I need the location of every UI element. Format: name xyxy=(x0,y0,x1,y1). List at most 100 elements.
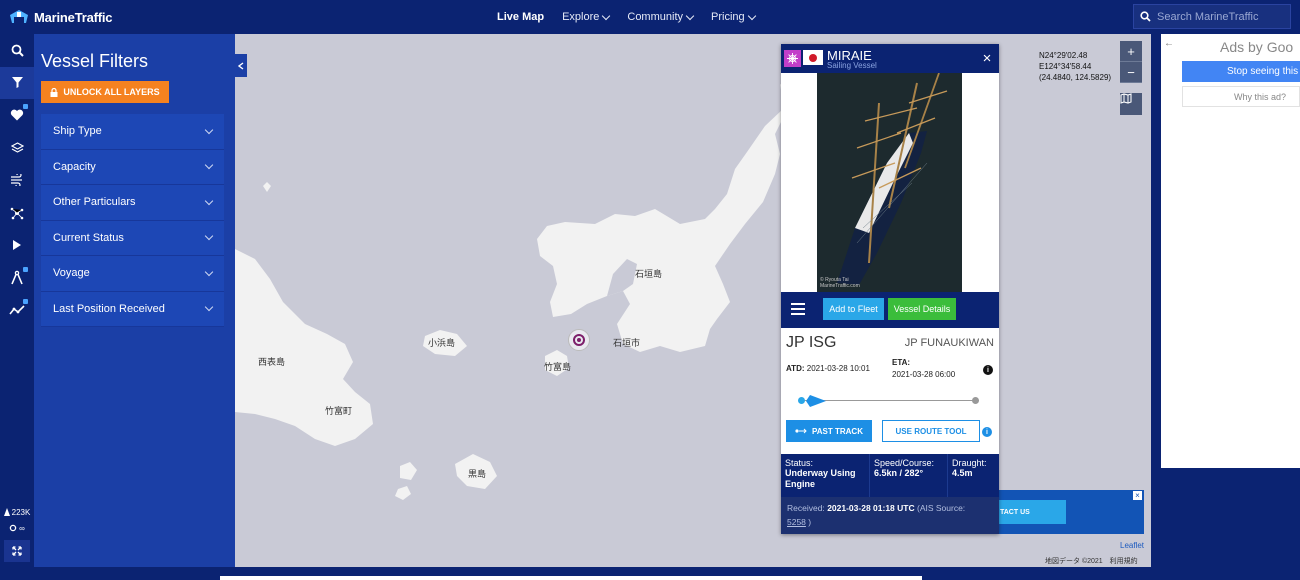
coord-lat: N24°29'02.48 xyxy=(1039,51,1088,60)
rail-fleet-button[interactable] xyxy=(0,99,34,132)
map-data-attribution[interactable]: 地図データ ©2021 利用規約 xyxy=(1045,556,1138,566)
chevron-down-icon xyxy=(204,303,214,312)
status-stat: Status: Underway Using Engine xyxy=(781,454,870,497)
coord-decimal: (24.4840, 124.5829) xyxy=(1039,73,1112,82)
nav-community-label: Community xyxy=(627,11,683,23)
status-label: Status: xyxy=(785,458,814,468)
filter-capacity[interactable]: Capacity xyxy=(41,149,224,185)
filter-ship-type[interactable]: Ship Type xyxy=(41,114,224,150)
speed-value: 6.5kn / 282° xyxy=(874,468,924,478)
sailing-vessel-icon xyxy=(784,50,801,67)
route-tool-label: USE ROUTE TOOL xyxy=(895,426,967,436)
nav-pricing[interactable]: Pricing xyxy=(711,11,756,23)
lock-icon xyxy=(50,87,58,97)
filter-other-particulars[interactable]: Other Particulars xyxy=(41,185,224,221)
zoom-out-button[interactable]: − xyxy=(1120,62,1142,83)
status-value: Underway Using Engine xyxy=(785,468,856,489)
add-to-fleet-button[interactable]: Add to Fleet xyxy=(823,298,884,320)
draught-label: Draught: xyxy=(952,458,987,468)
wheel-icon xyxy=(787,53,798,64)
rail-playback-button[interactable] xyxy=(0,229,34,262)
destination-port[interactable]: JP FUNAUKIWAN xyxy=(905,337,994,349)
coord-lon: E124°34'58.44 xyxy=(1039,62,1092,71)
rail-weather-button[interactable] xyxy=(0,164,34,197)
nav-community[interactable]: Community xyxy=(627,11,695,23)
extra-stat[interactable]: ∞ xyxy=(0,520,34,536)
rail-filter-button[interactable] xyxy=(0,66,34,99)
popup-header: MIRAIE Sailing Vessel × xyxy=(781,44,999,73)
filter-voyage[interactable]: Voyage xyxy=(41,256,224,292)
chevron-down-icon xyxy=(204,232,214,241)
fullscreen-button[interactable] xyxy=(4,540,30,562)
search-input[interactable] xyxy=(1157,10,1287,23)
expand-icon xyxy=(12,546,22,556)
vessel-count-value: 223K xyxy=(11,507,31,517)
logo[interactable]: MarineTraffic xyxy=(8,7,113,27)
rail-search-button[interactable] xyxy=(0,34,34,67)
filters-title: Vessel Filters xyxy=(41,51,149,71)
map-land xyxy=(235,84,795,500)
past-track-label: PAST TRACK xyxy=(812,426,863,436)
icon-rail: 223K ∞ xyxy=(0,34,34,580)
rail-layers-button[interactable] xyxy=(0,132,34,165)
use-route-tool-button[interactable]: USE ROUTE TOOL xyxy=(882,420,980,442)
chevron-down-icon xyxy=(685,11,695,20)
search-icon xyxy=(11,44,24,57)
leaflet-attribution[interactable]: Leaflet xyxy=(1120,541,1144,550)
wind-icon xyxy=(11,174,22,187)
satellite-icon xyxy=(10,207,24,220)
chevron-down-icon xyxy=(602,11,611,20)
close-icon[interactable]: × xyxy=(1133,491,1142,500)
unlock-all-layers-button[interactable]: UNLOCK ALL LAYERS xyxy=(41,81,169,103)
bottom-scrollbar[interactable] xyxy=(220,576,922,580)
rail-density-button[interactable] xyxy=(0,197,34,230)
collapse-panel-button[interactable] xyxy=(235,54,247,77)
hamburger-menu-icon[interactable] xyxy=(791,303,805,315)
filter-label: Voyage xyxy=(53,267,90,280)
vessel-type: Sailing Vessel xyxy=(827,61,877,70)
past-track-button[interactable]: PAST TRACK xyxy=(786,420,872,442)
vessel-details-button[interactable]: Vessel Details xyxy=(888,298,956,320)
chevron-down-icon xyxy=(204,125,214,134)
info-icon[interactable]: i xyxy=(983,365,993,375)
play-icon xyxy=(13,240,21,251)
map-canvas[interactable]: 石垣島 石垣市 小浜島 竹富島 竹富町 西表島 黒島 N24°29'02.48 … xyxy=(235,34,1151,567)
why-this-ad-button[interactable]: Why this ad? xyxy=(1182,86,1300,107)
nav-live-map[interactable]: Live Map xyxy=(497,11,544,23)
rail-measure-button[interactable] xyxy=(0,262,34,295)
draught-stat: Draught: 4.5m xyxy=(948,454,999,497)
stop-seeing-ad-button[interactable]: Stop seeing this xyxy=(1182,61,1300,82)
filter-last-position-received[interactable]: Last Position Received xyxy=(41,291,224,327)
popup-toolbar: Add to Fleet Vessel Details xyxy=(781,292,999,328)
close-icon[interactable]: × xyxy=(975,44,999,73)
filter-label: Last Position Received xyxy=(53,302,165,315)
lock-icon xyxy=(23,266,28,272)
ais-source-link[interactable]: 5258 xyxy=(787,517,806,527)
chevron-down-icon xyxy=(204,161,214,170)
nav-explore[interactable]: Explore xyxy=(562,11,611,23)
search-icon[interactable] xyxy=(1140,11,1151,22)
zoom-in-button[interactable]: + xyxy=(1120,41,1142,62)
filter-current-status[interactable]: Current Status xyxy=(41,220,224,256)
zoom-control: + − xyxy=(1120,41,1142,83)
received-label: Received: xyxy=(787,503,825,513)
banner-contact-button[interactable]: TACT US xyxy=(998,500,1066,524)
vessel-popup: MIRAIE Sailing Vessel × © Ryouta Tai Mar… xyxy=(781,44,999,534)
progress-line xyxy=(799,400,979,401)
filter-label: Ship Type xyxy=(53,125,102,138)
ais-label: (AIS Source: xyxy=(916,503,966,513)
vessel-count: 223K xyxy=(0,504,34,520)
rail-analytics-button[interactable] xyxy=(0,294,34,327)
ship-photo-image xyxy=(817,73,962,292)
extra-stat-value: ∞ xyxy=(19,523,25,533)
nav-pricing-label: Pricing xyxy=(711,11,745,23)
photo-credit: © Ryouta Tai MarineTraffic.com xyxy=(820,277,860,289)
map-type-button[interactable] xyxy=(1120,93,1142,115)
vessel-position-marker[interactable] xyxy=(568,329,590,351)
vessel-photo[interactable]: © Ryouta Tai MarineTraffic.com xyxy=(817,73,962,292)
info-icon[interactable]: i xyxy=(982,427,992,437)
chart-icon xyxy=(9,305,25,315)
departure-port[interactable]: JP ISG xyxy=(786,334,836,352)
filter-label: Other Particulars xyxy=(53,196,136,209)
back-arrow-icon[interactable]: ← xyxy=(1164,38,1174,49)
